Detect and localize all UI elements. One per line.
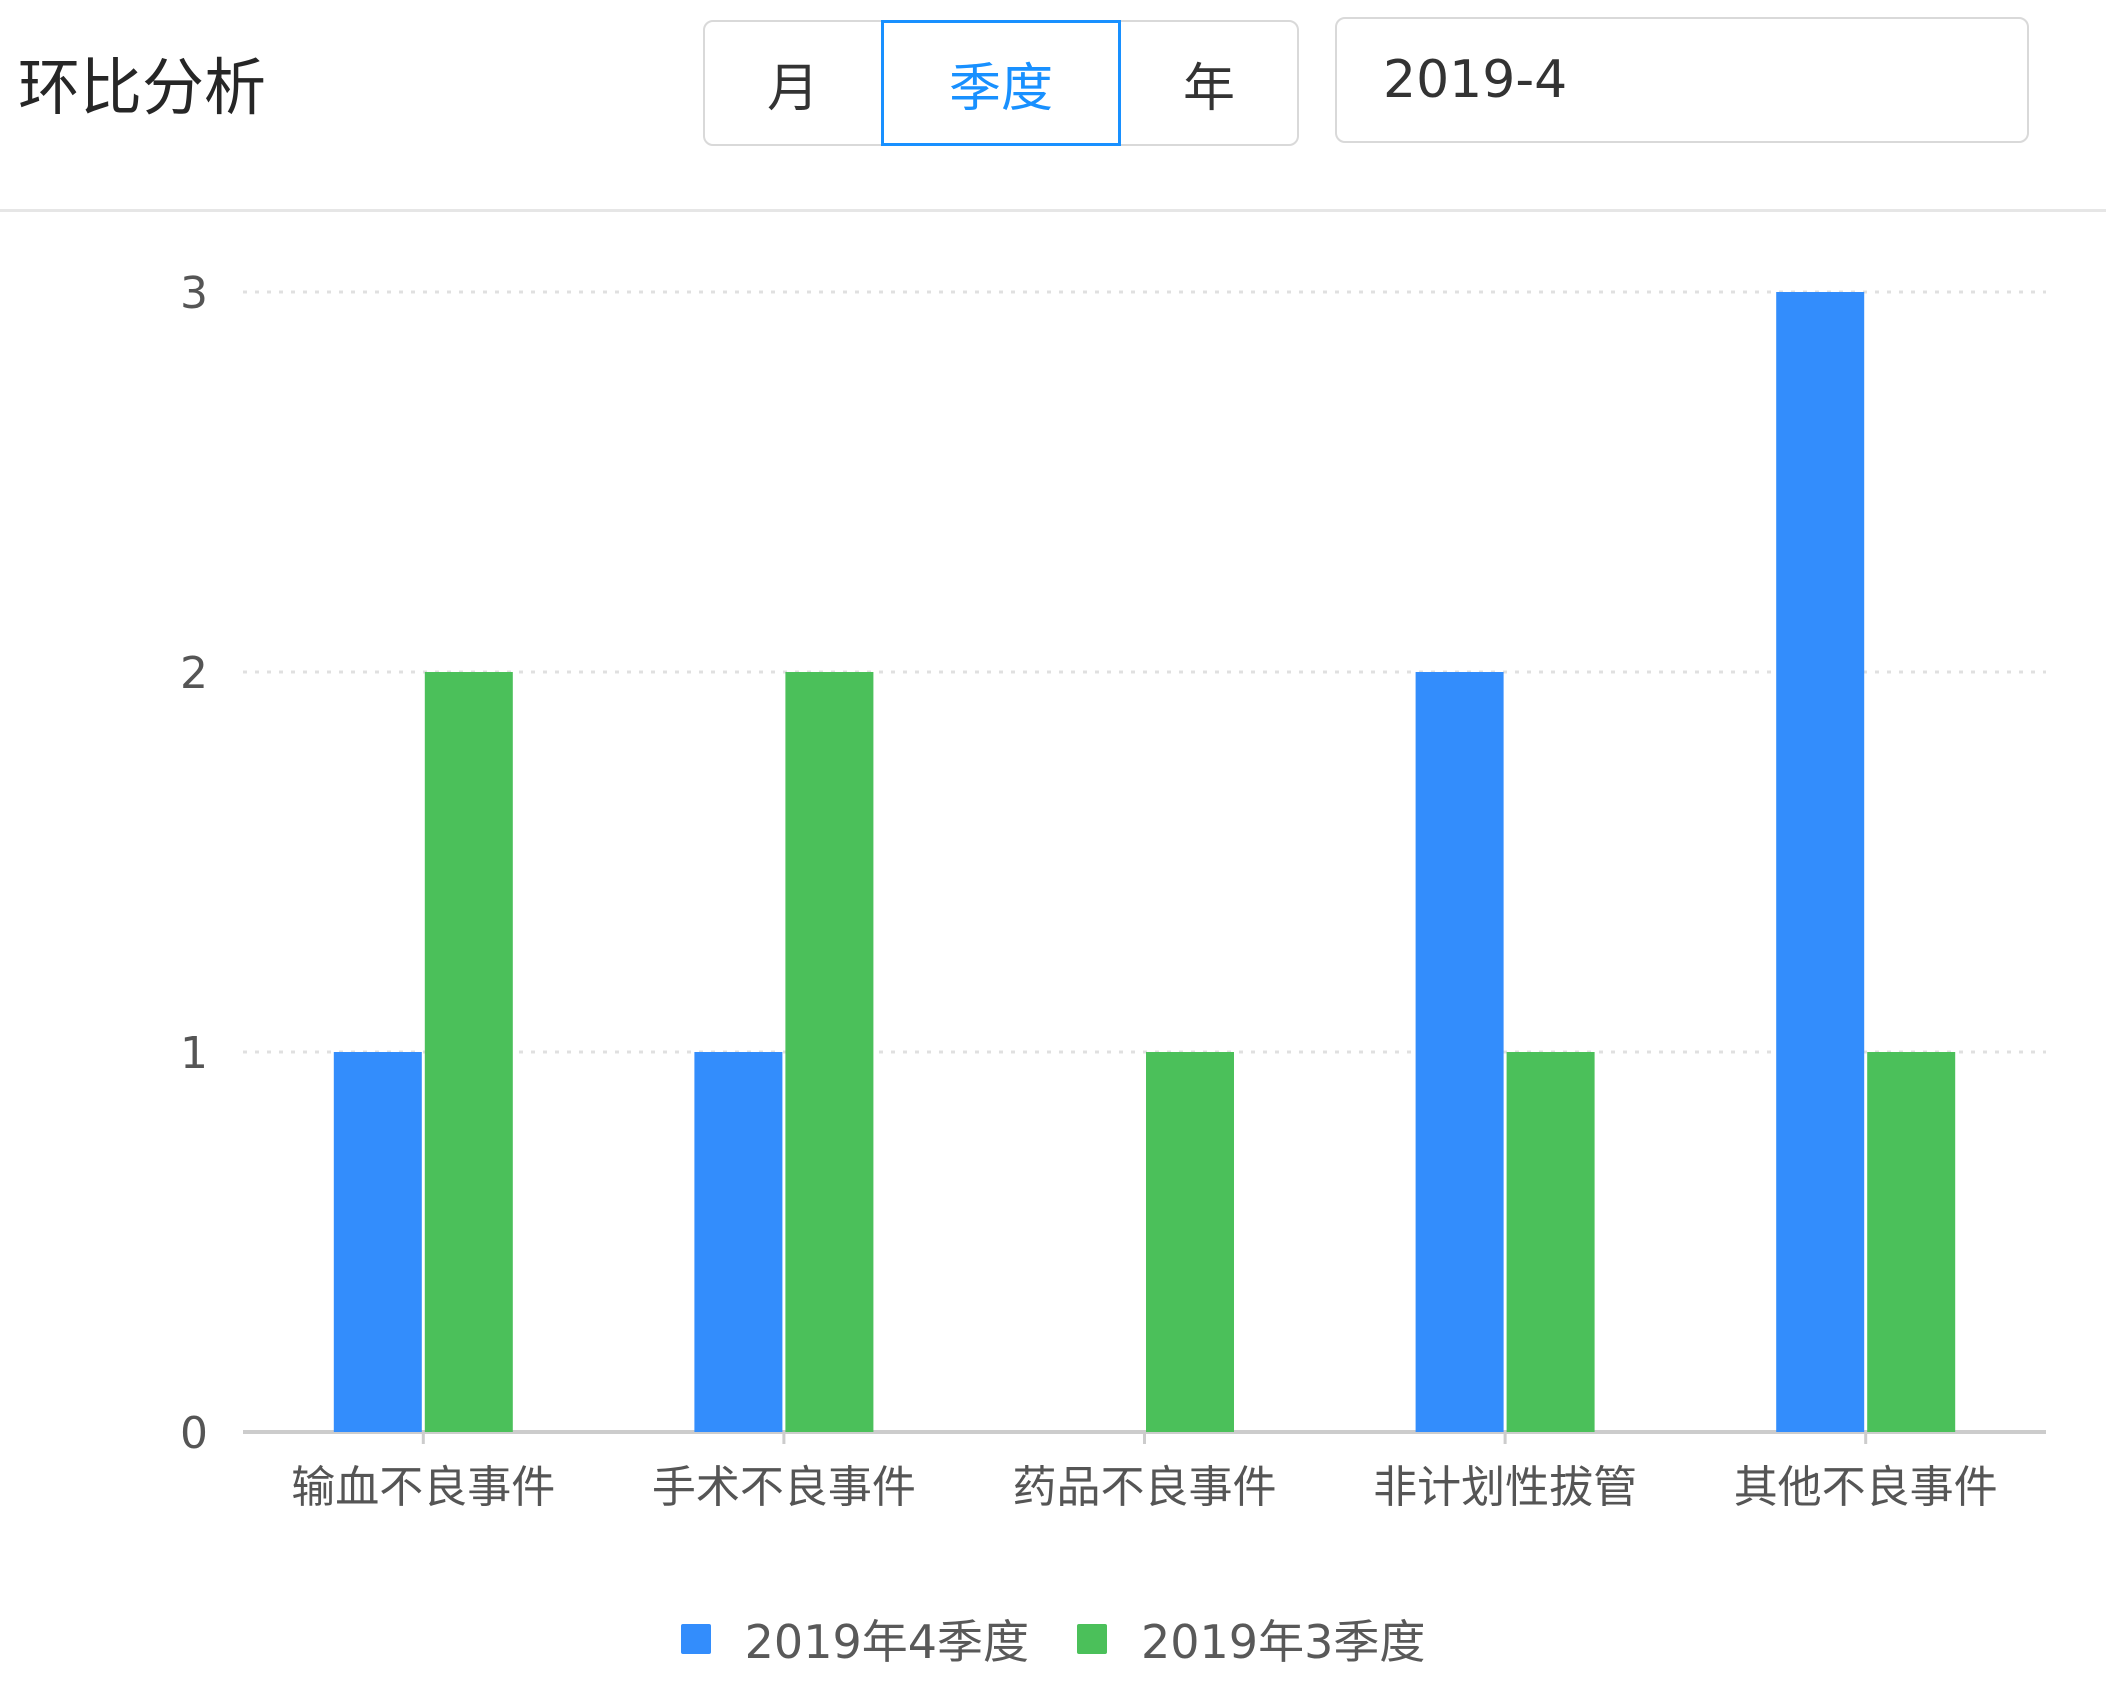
period-year-button[interactable]: 年 — [1119, 20, 1299, 146]
bar-1-1 — [333, 1052, 422, 1432]
period-quarter-button[interactable]: 季度 — [881, 20, 1121, 146]
x-tick-label: 手术不良事件 — [652, 1462, 916, 1513]
y-tick-label: 1 — [180, 1028, 208, 1079]
bar-2-1 — [424, 672, 513, 1432]
bar-2-2 — [785, 672, 874, 1432]
legend-item-series-1[interactable]: 2019年4季度 — [680, 1606, 1029, 1672]
page-title: 环比分析 — [18, 51, 267, 124]
y-tick-label: 2 — [180, 648, 208, 699]
x-tick-label: 非计划性拔管 — [1373, 1462, 1637, 1513]
bar-chart: 0 1 2 3 输血不良事件 手术不良事件 药品不良事件 非计划性拔管 其他不良事件 — [180, 268, 2046, 1513]
period-selector: 月 季度 年 — [703, 20, 1301, 146]
bar-2-5 — [1867, 1052, 1956, 1432]
y-tick-label: 0 — [180, 1408, 208, 1459]
bar-1-4 — [1415, 672, 1504, 1432]
x-tick-label: 其他不良事件 — [1734, 1462, 1998, 1513]
chart-header: 环比分析 月 季度 年 — [0, 0, 2106, 212]
bar-1-2 — [694, 1052, 783, 1432]
bar-2-3 — [1146, 1052, 1234, 1432]
legend-swatch-series-2 — [1077, 1624, 1107, 1654]
date-input[interactable] — [1383, 50, 2030, 110]
x-tick-label: 输血不良事件 — [291, 1462, 555, 1513]
period-month-button[interactable]: 月 — [703, 20, 883, 146]
chart-legend: 2019年4季度 2019年3季度 — [0, 1604, 2106, 1674]
date-picker[interactable] — [1335, 17, 2030, 143]
legend-label-series-1: 2019年4季度 — [744, 1615, 1029, 1669]
y-tick-label: 3 — [180, 268, 208, 319]
x-tick-label: 药品不良事件 — [1013, 1462, 1277, 1513]
bar-1-5 — [1776, 292, 1865, 1432]
legend-item-series-2[interactable]: 2019年3季度 — [1077, 1606, 1425, 1672]
legend-swatch-series-1 — [680, 1624, 711, 1654]
legend-label-series-2: 2019年3季度 — [1141, 1615, 1426, 1669]
bar-2-4 — [1506, 1052, 1595, 1432]
